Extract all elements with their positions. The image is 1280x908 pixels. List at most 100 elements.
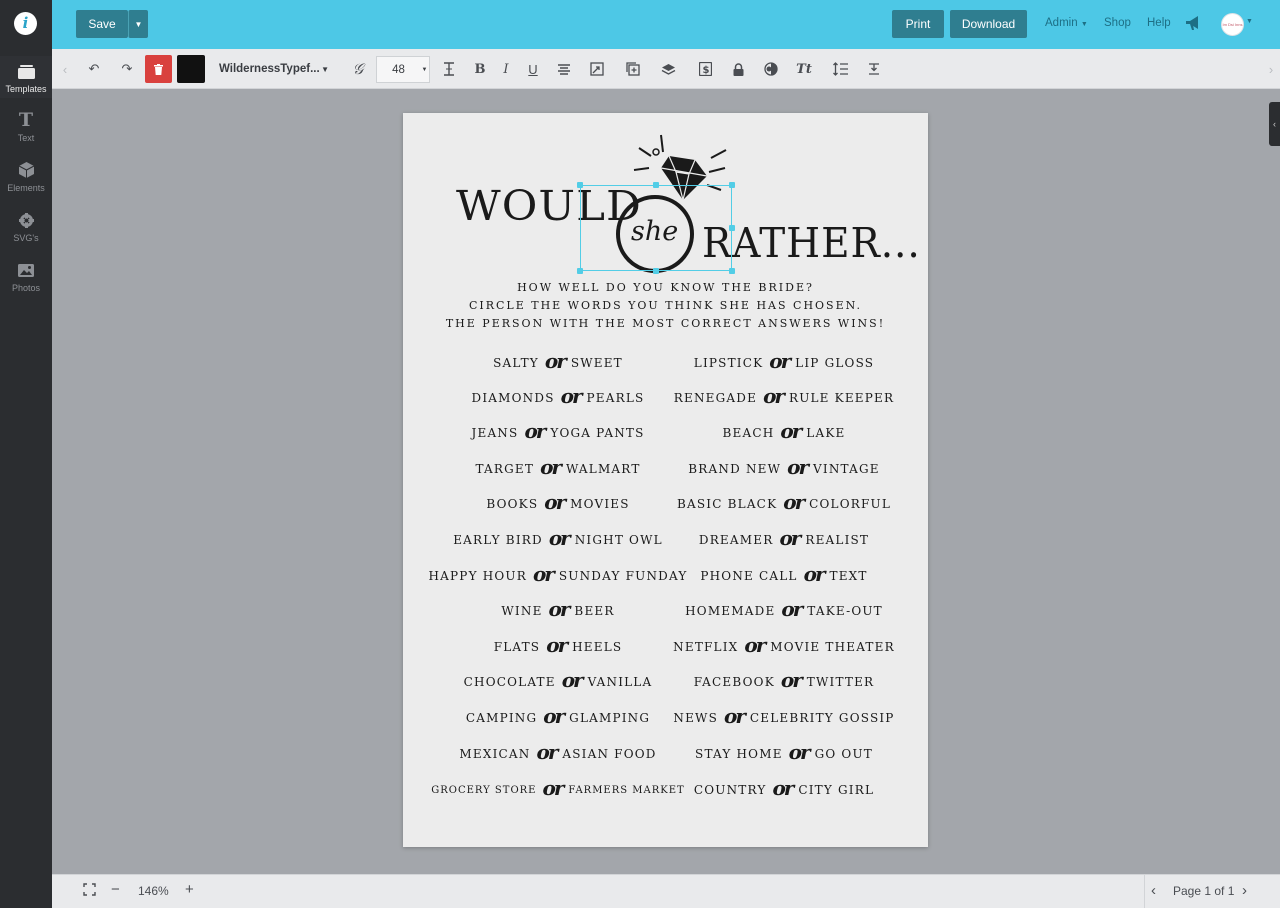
option-a: News <box>673 711 719 725</box>
undo-icon[interactable]: ↶ <box>85 60 103 78</box>
avatar-text: Im Dsi Inns <box>1222 22 1243 27</box>
option-b: City Girl <box>798 783 875 797</box>
layers-icon[interactable] <box>659 60 677 78</box>
word-pair[interactable]: Early Bird or Night Owl <box>453 526 663 552</box>
next-page-icon[interactable]: › <box>1242 882 1247 899</box>
user-avatar[interactable]: Im Dsi Inns <box>1221 13 1244 36</box>
redo-icon[interactable]: ↷ <box>118 60 136 78</box>
megaphone-icon[interactable] <box>1185 15 1202 36</box>
word-pair[interactable]: Flats or Heels <box>494 633 623 659</box>
scroll-right-icon[interactable]: › <box>1262 60 1280 78</box>
resize-handle[interactable] <box>577 268 583 274</box>
chevron-down-icon: ▼ <box>1080 21 1088 28</box>
save-button[interactable]: Save <box>76 10 128 38</box>
dollar-icon[interactable]: $ <box>696 60 714 78</box>
italic-button[interactable]: I <box>497 60 515 78</box>
letter-spacing-icon[interactable] <box>440 60 458 78</box>
font-size-input[interactable]: 48 <box>376 56 421 83</box>
word-pair[interactable]: Jeans or Yoga Pants <box>471 419 644 445</box>
word-pair[interactable]: Wine or Beer <box>501 597 614 623</box>
delete-button[interactable] <box>145 55 172 83</box>
fit-screen-icon[interactable] <box>83 883 96 899</box>
or-connector: or <box>532 562 555 586</box>
word-pair[interactable]: Salty or Sweet <box>493 349 623 375</box>
font-family-select[interactable]: WildernessTypef... ▼ <box>207 57 335 81</box>
lock-icon[interactable] <box>729 60 747 78</box>
text-fit-icon[interactable] <box>865 60 883 78</box>
word-pair[interactable]: Mexican or Asian Food <box>459 740 656 766</box>
word-pair[interactable]: Homemade or Take-Out <box>685 597 883 623</box>
instruction-line[interactable]: The person with the most correct answers… <box>403 317 928 330</box>
chevron-down-icon[interactable]: ▼ <box>1246 18 1253 25</box>
word-pair[interactable]: Books or Movies <box>486 490 629 516</box>
word-pair[interactable]: Target or Walmart <box>475 455 640 481</box>
option-b: Pearls <box>586 391 645 405</box>
or-connector: or <box>561 668 584 692</box>
word-pair[interactable]: Country or City Girl <box>694 776 875 802</box>
resize-handle[interactable] <box>729 225 735 231</box>
design-page[interactable]: WOULD she RATHER... How well do you know… <box>403 113 928 847</box>
word-pair[interactable]: Beach or Lake <box>723 419 846 445</box>
save-options-dropdown[interactable]: ▼ <box>128 10 148 38</box>
zoom-level[interactable]: 146% <box>138 884 169 898</box>
word-pair[interactable]: Renegade or Rule Keeper <box>674 384 894 410</box>
instruction-line[interactable]: How well do you know the bride? <box>403 281 928 294</box>
shop-link[interactable]: Shop <box>1104 17 1131 29</box>
font-size-dropdown[interactable]: ▼ <box>420 56 430 83</box>
word-pair[interactable]: Diamonds or Pearls <box>471 384 645 410</box>
app-logo[interactable]: i <box>14 12 37 35</box>
option-b: Text <box>829 569 868 583</box>
download-button[interactable]: Download <box>950 10 1027 38</box>
resize-handle[interactable] <box>653 268 659 274</box>
text-transform-icon[interactable]: Tt <box>795 60 813 78</box>
zoom-out-button[interactable]: − <box>111 881 120 898</box>
resize-handle[interactable] <box>653 182 659 188</box>
option-a: Stay Home <box>695 747 783 761</box>
word-pair[interactable]: News or Celebrity Gossip <box>673 704 894 730</box>
print-button[interactable]: Print <box>892 10 944 38</box>
scroll-left-icon[interactable]: ‹ <box>56 60 74 78</box>
word-pair[interactable]: Phone Call or Text <box>700 562 868 588</box>
word-pair[interactable]: Dreamer or Realist <box>699 526 869 552</box>
align-center-icon[interactable] <box>555 60 573 78</box>
sidebar-item-templates[interactable]: Templates <box>0 56 52 98</box>
right-panel-toggle[interactable]: ‹ <box>1269 102 1280 146</box>
or-connector: or <box>769 349 791 373</box>
resize-icon[interactable] <box>588 60 606 78</box>
prev-page-icon[interactable]: ‹ <box>1151 882 1156 899</box>
text-color-swatch[interactable] <box>177 55 205 83</box>
sidebar-item-text[interactable]: T Text <box>0 109 52 143</box>
sidebar-item-elements[interactable]: Elements <box>0 161 52 193</box>
word-pair[interactable]: Facebook or Twitter <box>694 668 875 694</box>
resize-handle[interactable] <box>577 182 583 188</box>
instruction-line[interactable]: Circle the words you think she has chose… <box>403 299 928 312</box>
left-sidebar: i Templates T Text Elements SVG's Photos <box>0 0 52 908</box>
word-pair[interactable]: Grocery Store or Farmers Market <box>431 776 684 802</box>
bold-button[interactable]: B <box>471 60 489 78</box>
resize-handle[interactable] <box>729 182 735 188</box>
word-pair[interactable]: Chocolate or Vanilla <box>464 668 653 694</box>
word-pair[interactable]: Lipstick or Lip Gloss <box>694 349 874 375</box>
resize-handle[interactable] <box>729 268 735 274</box>
word-pair[interactable]: Basic Black or Colorful <box>677 490 891 516</box>
duplicate-icon[interactable] <box>624 60 642 78</box>
underline-button[interactable]: U <box>524 60 542 78</box>
help-link[interactable]: Help <box>1147 17 1171 29</box>
font-style-icon[interactable]: 𝒢 <box>349 60 367 78</box>
zoom-in-button[interactable]: + <box>185 881 194 898</box>
word-pair[interactable]: Happy Hour or Sunday Funday <box>429 562 688 588</box>
sidebar-item-svgs[interactable]: SVG's <box>0 211 52 243</box>
option-a: Wine <box>501 604 543 618</box>
line-height-icon[interactable] <box>831 60 849 78</box>
or-connector: or <box>744 633 766 657</box>
sidebar-item-photos[interactable]: Photos <box>0 261 52 293</box>
selection-box[interactable] <box>580 185 732 271</box>
admin-menu[interactable]: Admin ▼ <box>1045 17 1088 29</box>
option-a: Diamonds <box>471 391 555 405</box>
chevron-down-icon: ▼ <box>134 19 143 29</box>
word-pair[interactable]: Stay Home or Go Out <box>695 740 873 766</box>
opacity-icon[interactable] <box>762 60 780 78</box>
word-pair[interactable]: Netflix or Movie Theater <box>673 633 895 659</box>
word-pair[interactable]: Camping or Glamping <box>466 704 650 730</box>
word-pair[interactable]: Brand New or Vintage <box>688 455 879 481</box>
